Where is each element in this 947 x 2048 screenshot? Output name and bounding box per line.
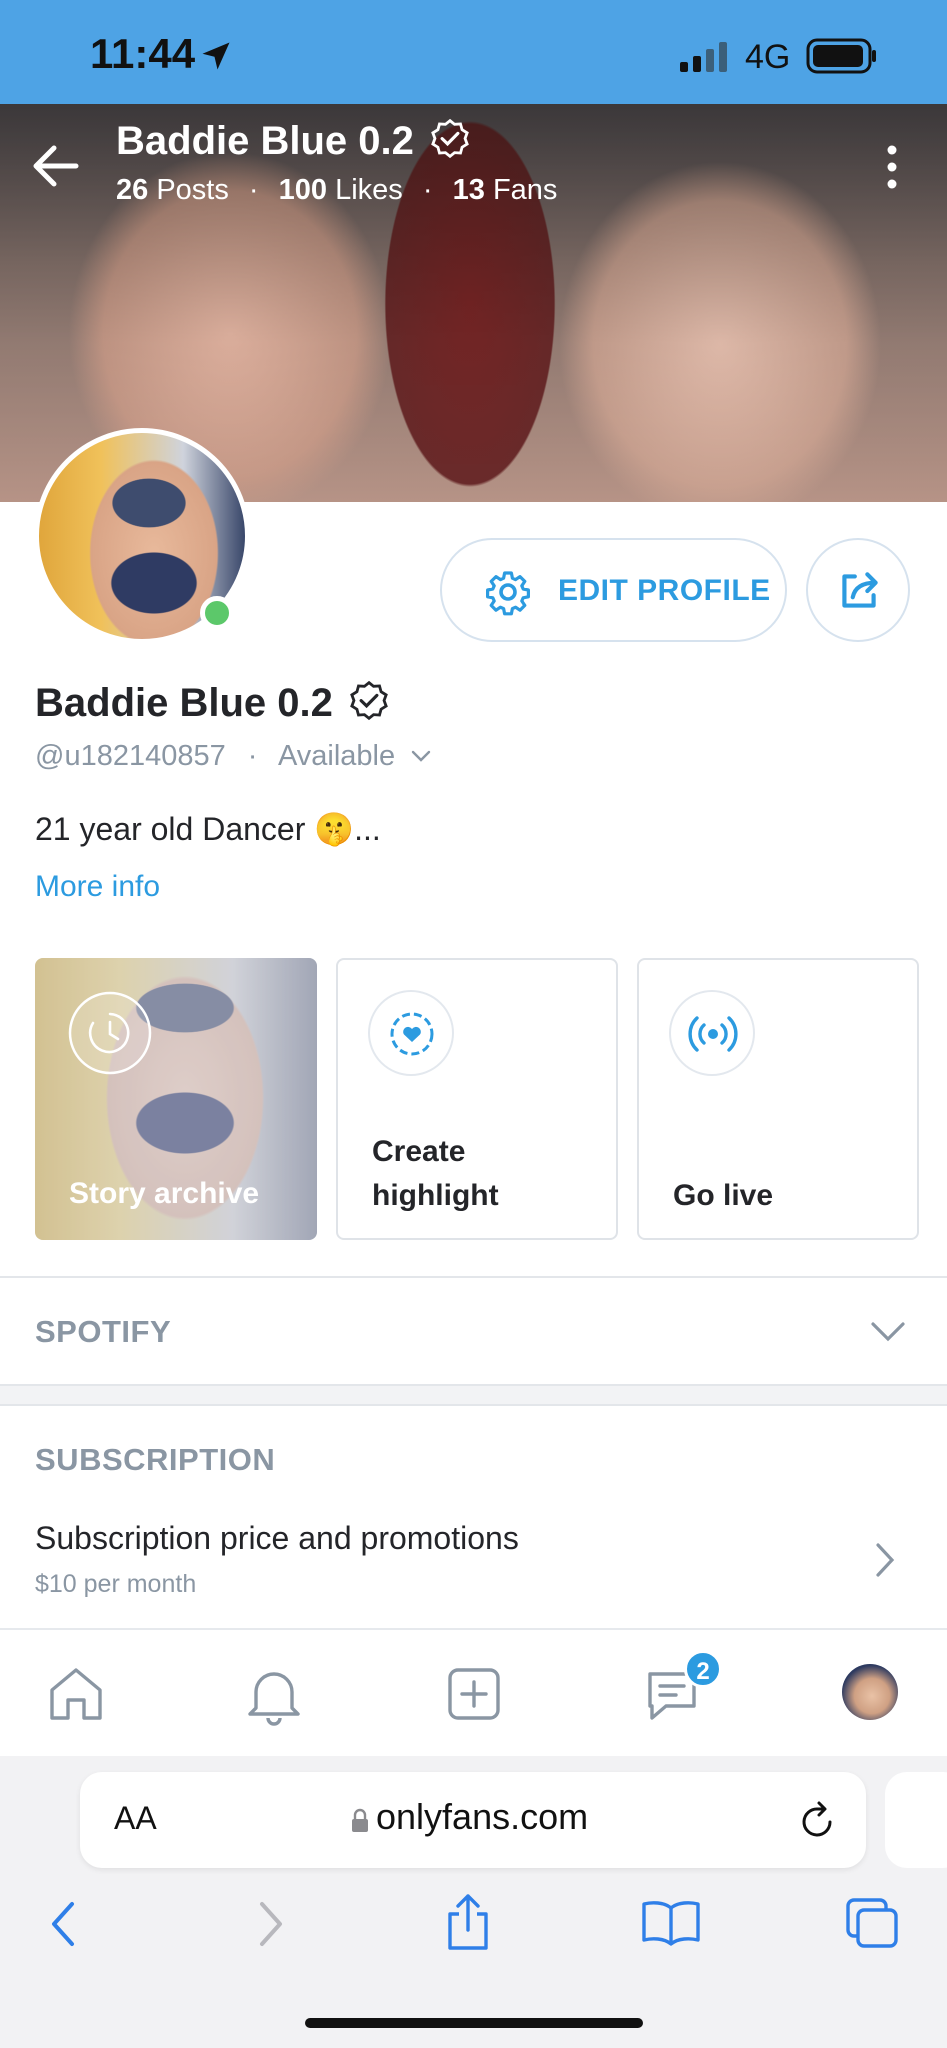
edit-profile-label: EDIT PROFILE bbox=[558, 574, 771, 607]
subscription-row[interactable] bbox=[0, 1500, 947, 1620]
battery-icon bbox=[806, 38, 876, 74]
posts-count: 26 bbox=[116, 174, 149, 206]
header-stats: 26 Posts · 100 Likes · 13 Fans bbox=[116, 174, 558, 206]
location-arrow-icon bbox=[202, 42, 230, 70]
clock-history-icon bbox=[68, 991, 152, 1075]
back-icon[interactable] bbox=[46, 1900, 80, 1948]
share-icon bbox=[842, 572, 878, 608]
online-status-dot bbox=[200, 596, 234, 630]
go-live-label: Go live bbox=[673, 1179, 774, 1212]
chevron-right-icon[interactable] bbox=[874, 1542, 896, 1578]
bookmarks-icon[interactable] bbox=[640, 1898, 702, 1946]
more-options-icon[interactable] bbox=[882, 144, 902, 190]
create-highlight-line1: Create bbox=[372, 1135, 466, 1168]
go-live-card[interactable]: Go live bbox=[637, 958, 919, 1240]
more-info-link[interactable]: More info bbox=[35, 870, 160, 904]
url-text[interactable]: onlyfans.com bbox=[376, 1796, 588, 1838]
clock: 11:44 bbox=[90, 30, 196, 77]
add-post-icon[interactable] bbox=[442, 1662, 506, 1726]
home-indicator bbox=[305, 2018, 643, 2028]
reload-icon[interactable] bbox=[798, 1798, 838, 1842]
profile-avatar-nav[interactable] bbox=[842, 1664, 898, 1720]
verified-icon bbox=[431, 118, 469, 159]
availability-status[interactable]: Available bbox=[278, 740, 395, 772]
header-title-text: Baddie Blue 0.2 bbox=[116, 119, 414, 163]
back-arrow-icon[interactable] bbox=[32, 144, 80, 188]
divider bbox=[0, 1404, 947, 1406]
network-type: 4G bbox=[745, 38, 791, 76]
profile-name: Baddie Blue 0.2 bbox=[35, 680, 390, 726]
username: @u182140857 bbox=[35, 740, 226, 772]
create-highlight-card[interactable]: Create highlight bbox=[336, 958, 618, 1240]
profile-name-text: Baddie Blue 0.2 bbox=[35, 681, 333, 725]
likes-count: 100 bbox=[278, 174, 328, 206]
header-title: Baddie Blue 0.2 bbox=[116, 118, 471, 164]
create-highlight-line2: highlight bbox=[372, 1179, 499, 1212]
messages-badge: 2 bbox=[684, 1650, 722, 1688]
likes-label: Likes bbox=[335, 174, 403, 206]
section-separator bbox=[0, 1386, 947, 1406]
story-archive-label: Story archive bbox=[69, 1177, 260, 1210]
share-profile-button[interactable] bbox=[806, 538, 910, 642]
create-highlight-label: Create highlight bbox=[372, 1130, 499, 1218]
share-icon[interactable] bbox=[442, 1892, 494, 1952]
broadcast-icon-wrap bbox=[669, 990, 755, 1076]
forward-icon[interactable] bbox=[254, 1900, 288, 1948]
chevron-down-icon[interactable] bbox=[411, 749, 431, 763]
fans-count: 13 bbox=[452, 174, 485, 206]
heart-highlight-icon bbox=[390, 1012, 434, 1056]
fans-label: Fans bbox=[492, 174, 558, 206]
home-icon[interactable] bbox=[44, 1662, 108, 1726]
subscription-row-title: Subscription price and promotions bbox=[35, 1520, 519, 1556]
broadcast-icon bbox=[688, 1016, 738, 1052]
heart-highlight-icon-wrap bbox=[368, 990, 454, 1076]
lock-icon bbox=[352, 1808, 368, 1832]
tabs-icon[interactable] bbox=[844, 1896, 900, 1950]
chevron-down-icon[interactable] bbox=[870, 1320, 906, 1344]
profile-bio: 21 year old Dancer 🤫... bbox=[35, 811, 381, 847]
divider bbox=[0, 1276, 947, 1278]
spotify-section-title[interactable]: SPOTIFY bbox=[35, 1314, 171, 1350]
status-bar: 11:44 4G bbox=[0, 0, 947, 104]
gear-icon bbox=[486, 571, 530, 616]
profile-handle-row: @u182140857 · Available bbox=[35, 740, 431, 773]
story-archive-card[interactable]: Story archive bbox=[35, 958, 317, 1240]
posts-label: Posts bbox=[156, 174, 229, 206]
verified-icon bbox=[350, 680, 388, 721]
subscription-section-title: SUBSCRIPTION bbox=[35, 1442, 276, 1477]
next-tab-peek[interactable] bbox=[885, 1772, 947, 1868]
signal-bars-icon bbox=[680, 42, 727, 72]
text-size-button[interactable]: AA bbox=[114, 1800, 157, 1837]
subscription-price: $10 per month bbox=[35, 1570, 197, 1598]
edit-profile-button[interactable]: EDIT PROFILE bbox=[440, 538, 787, 642]
bell-icon[interactable] bbox=[242, 1662, 306, 1726]
